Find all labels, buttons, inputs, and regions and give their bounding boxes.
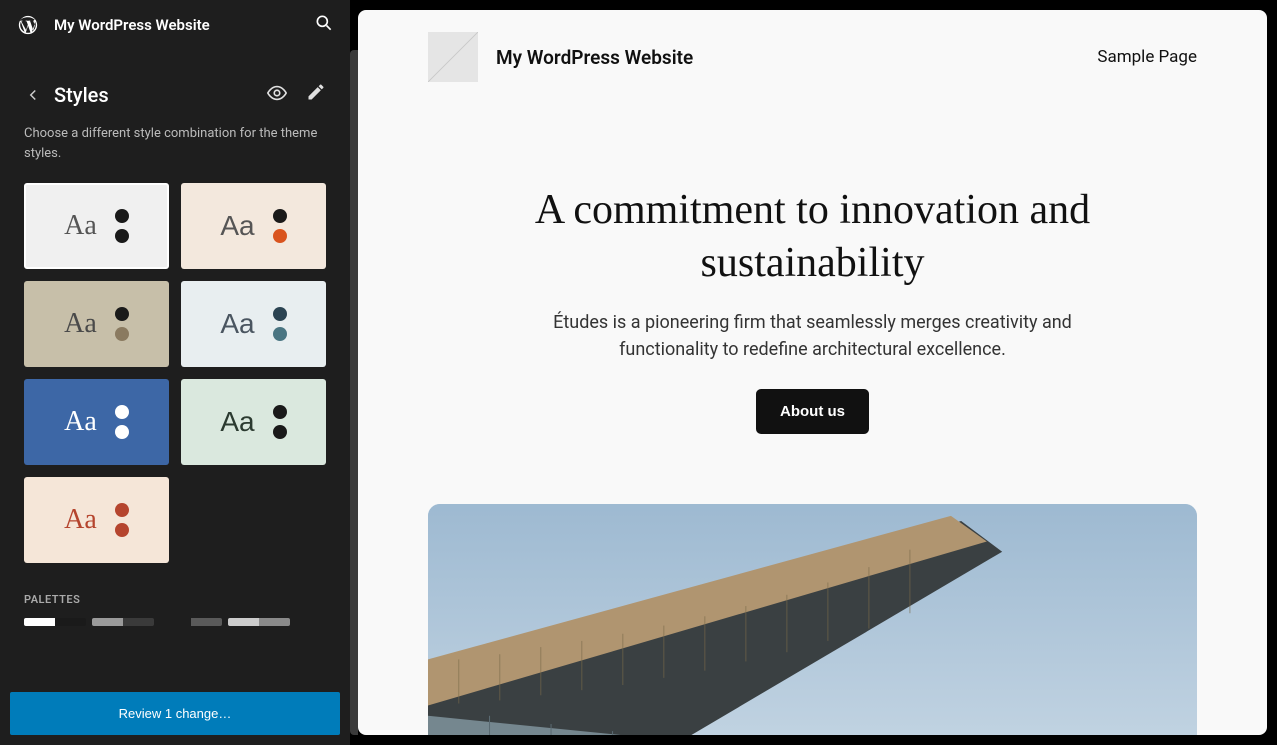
palettes-label: Palettes <box>24 593 326 606</box>
admin-site-title[interactable]: My WordPress Website <box>54 16 314 34</box>
style-variation-6[interactable]: Aa <box>24 477 169 563</box>
edit-icon[interactable] <box>306 82 326 108</box>
hero-image <box>428 504 1197 735</box>
style-variation-2[interactable]: Aa <box>24 281 169 367</box>
palette-swatch-2[interactable] <box>160 618 222 626</box>
style-variation-5[interactable]: Aa <box>181 379 326 465</box>
about-us-button[interactable]: About us <box>756 389 869 434</box>
sidebar-header: Styles <box>0 50 350 124</box>
variation-sample-text: Aa <box>220 308 254 340</box>
variation-sample-text: Aa <box>64 504 97 536</box>
admin-top-bar: My WordPress Website <box>0 0 350 50</box>
palette-swatch-1[interactable] <box>92 618 154 626</box>
search-icon[interactable] <box>314 13 334 37</box>
palette-swatch-0[interactable] <box>24 618 86 626</box>
variation-sample-text: Aa <box>64 210 97 242</box>
variation-sample-text: Aa <box>220 406 254 438</box>
variation-color-dots <box>273 405 287 439</box>
style-variation-1[interactable]: Aa <box>181 183 326 269</box>
variation-sample-text: Aa <box>220 210 254 242</box>
hero-title: A commitment to innovation and sustainab… <box>513 184 1113 289</box>
style-variations-grid: Aa Aa Aa Aa Aa Aa Aa <box>0 183 350 563</box>
sidebar-title: Styles <box>54 83 109 107</box>
palettes-section: Palettes <box>0 563 350 626</box>
palettes-row <box>24 618 326 626</box>
style-variation-0[interactable]: Aa <box>24 183 169 269</box>
wordpress-logo-icon[interactable] <box>16 13 40 37</box>
style-variation-3[interactable]: Aa <box>181 281 326 367</box>
preview-site-title[interactable]: My WordPress Website <box>496 46 1079 69</box>
nav-link-sample-page[interactable]: Sample Page <box>1097 47 1197 67</box>
variation-sample-text: Aa <box>64 308 97 340</box>
hero-text: Études is a pioneering firm that seamles… <box>533 309 1093 363</box>
variation-color-dots <box>273 307 287 341</box>
variation-color-dots <box>273 209 287 243</box>
variation-color-dots <box>115 209 129 243</box>
hero-section: A commitment to innovation and sustainab… <box>358 104 1267 474</box>
sidebar-description: Choose a different style combination for… <box>0 124 350 183</box>
back-icon[interactable] <box>24 86 42 104</box>
preview-site-header: My WordPress Website Sample Page <box>358 10 1267 104</box>
review-changes-button[interactable]: Review 1 change… <box>10 692 340 735</box>
variation-sample-text: Aa <box>64 406 97 438</box>
site-logo-placeholder[interactable] <box>428 32 478 82</box>
resize-handle[interactable] <box>350 50 358 735</box>
palette-swatch-3[interactable] <box>228 618 290 626</box>
variation-color-dots <box>115 307 129 341</box>
preview-scroll[interactable]: My WordPress Website Sample Page A commi… <box>358 10 1267 735</box>
site-preview: My WordPress Website Sample Page A commi… <box>358 10 1267 735</box>
style-variation-4[interactable]: Aa <box>24 379 169 465</box>
variation-color-dots <box>115 503 129 537</box>
variation-color-dots <box>115 405 129 439</box>
eye-icon[interactable] <box>266 82 288 108</box>
review-bar: Review 1 change… <box>0 682 350 745</box>
styles-sidebar: Styles Choose a different style combinat… <box>0 50 350 745</box>
